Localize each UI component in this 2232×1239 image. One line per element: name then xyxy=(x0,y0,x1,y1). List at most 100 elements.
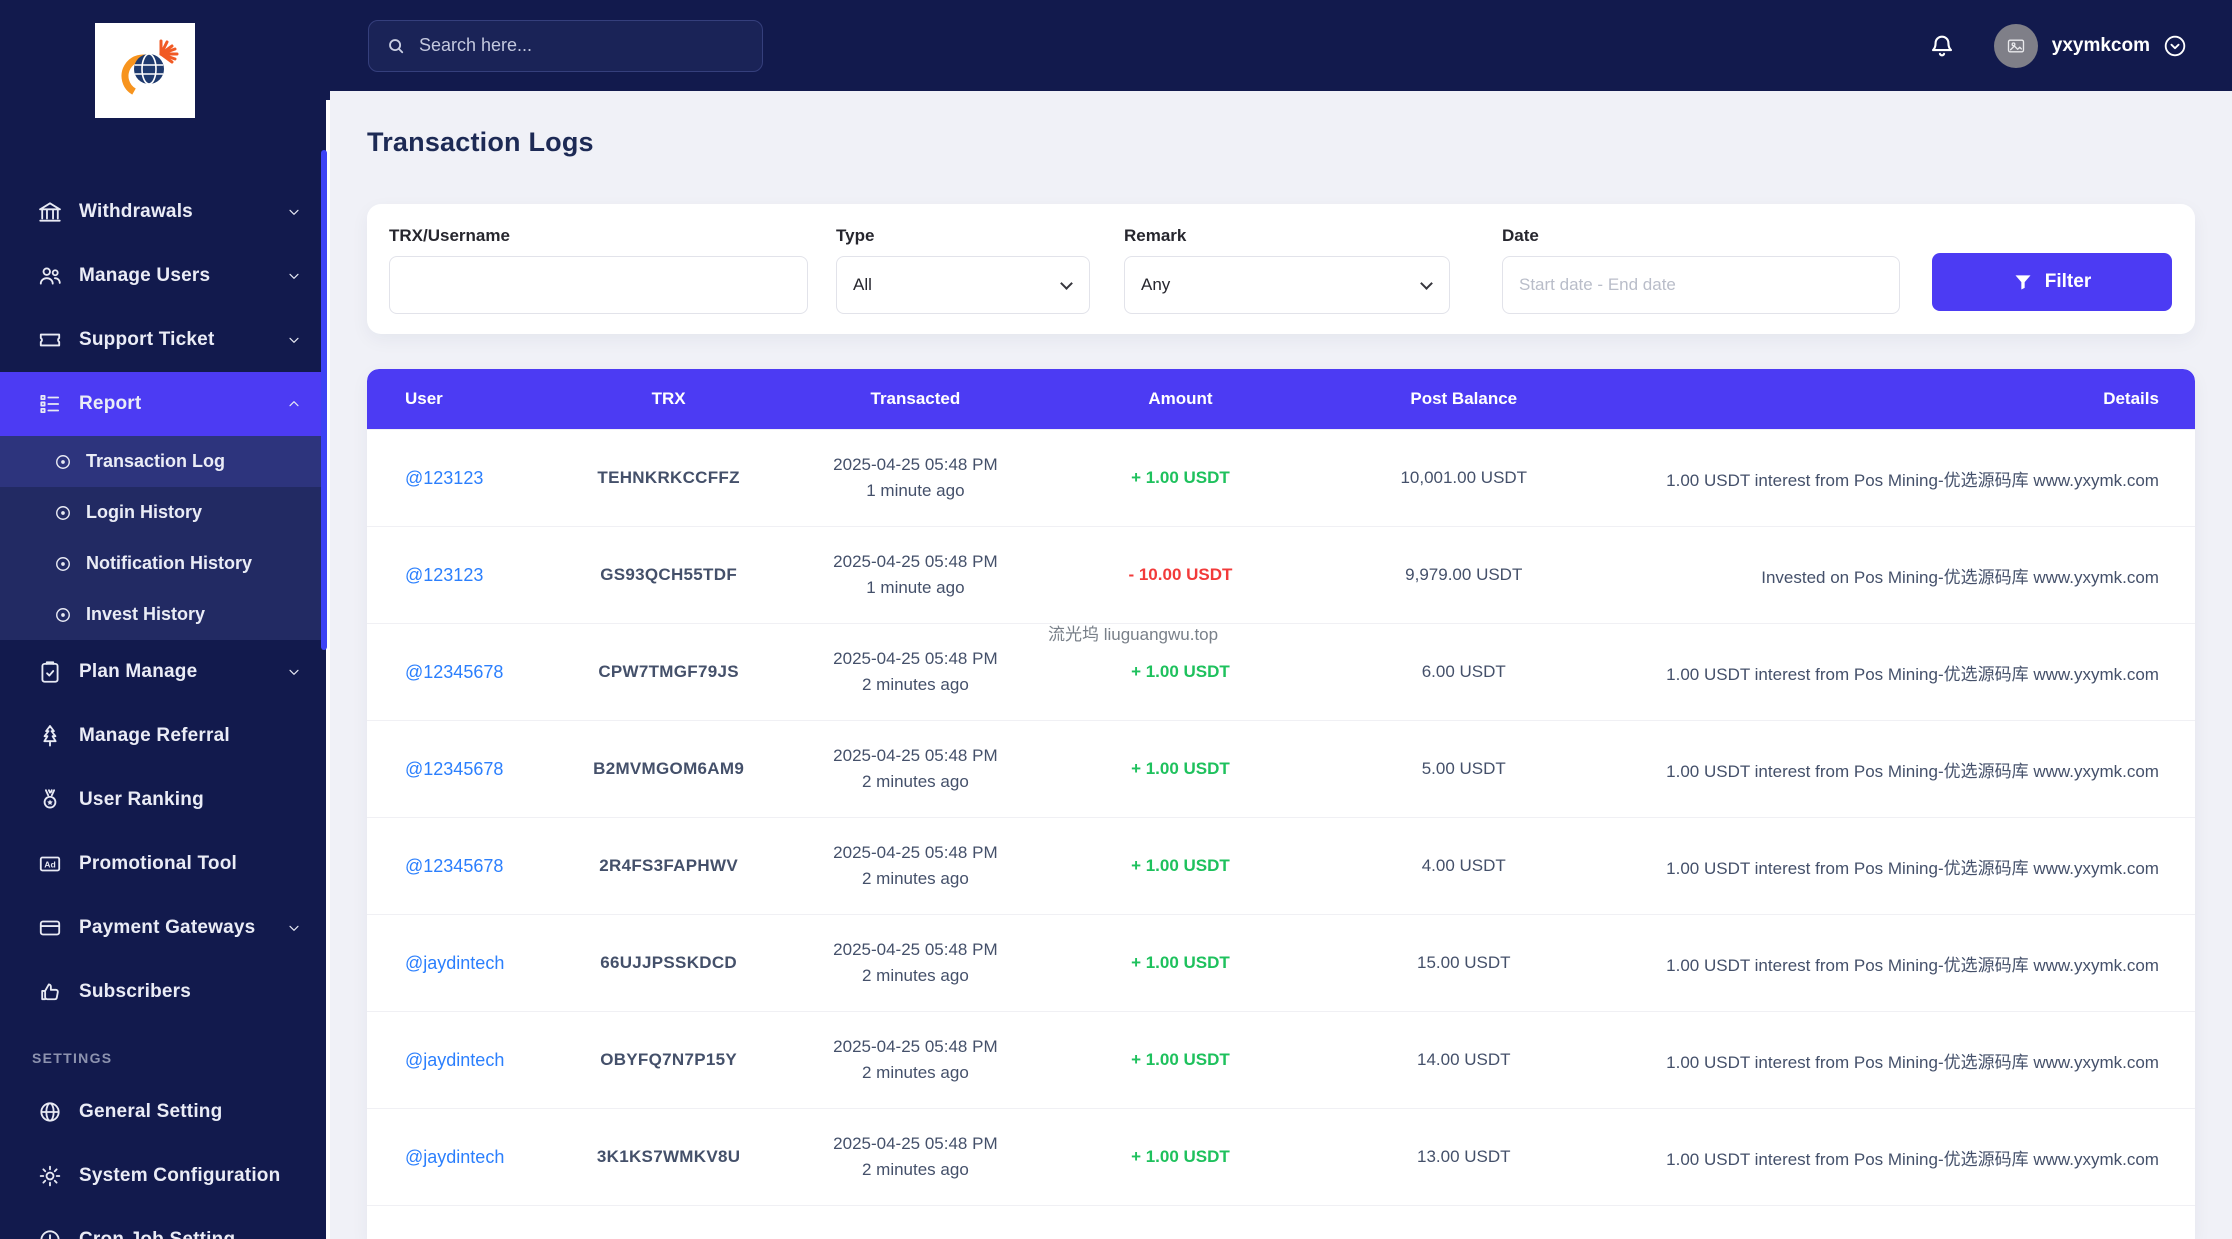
chevron-down-icon xyxy=(286,920,302,936)
date-range-input[interactable] xyxy=(1502,256,1900,314)
sidebar-item-label: Cron Job Setting xyxy=(79,1229,235,1239)
details: 1.00 USDT interest from Pos Mining-优选源码库… xyxy=(1666,1149,2159,1169)
topbar: yxymkcom xyxy=(330,0,2232,91)
svg-text:Ad: Ad xyxy=(44,859,56,869)
submenu-item-label: Notification History xyxy=(86,553,253,573)
thumbs-up-icon xyxy=(37,979,67,1005)
search-input[interactable] xyxy=(419,35,746,56)
filter-button[interactable]: Filter xyxy=(1932,253,2172,311)
globe-icon xyxy=(37,1099,67,1125)
user-link[interactable]: @jaydintech xyxy=(405,1050,504,1070)
sidebar-item-user-ranking[interactable]: User Ranking xyxy=(0,768,330,832)
table-row: @123123 GS93QCH55TDF 2025-04-25 05:48 PM… xyxy=(367,526,2195,623)
sidebar-item-manage-users[interactable]: Manage Users xyxy=(0,244,330,308)
type-select[interactable]: All xyxy=(836,256,1090,314)
transacted-time: 2025-04-25 05:48 PM 1 minute ago xyxy=(833,454,998,500)
column-header-details: Details xyxy=(2103,389,2159,408)
post-balance: 9,979.00 USDT xyxy=(1405,565,1523,584)
username[interactable]: yxymkcom xyxy=(2052,35,2150,57)
sidebar-item-label: General Setting xyxy=(79,1101,223,1122)
sidebar-item-label: Manage Referral xyxy=(79,725,230,746)
user-link[interactable]: @jaydintech xyxy=(405,953,504,973)
transacted-time: 2025-04-25 05:48 PM 1 minute ago xyxy=(833,551,998,597)
sidebar-item-promotional-tool[interactable]: Ad Promotional Tool xyxy=(0,832,330,896)
filter-button-label: Filter xyxy=(2044,271,2092,292)
transacted-time: 2025-04-25 05:48 PM 2 minutes ago xyxy=(833,939,998,985)
submenu-item-login-history[interactable]: Login History xyxy=(0,487,330,538)
user-link[interactable]: @12345678 xyxy=(405,856,503,876)
dot-circle-icon xyxy=(53,605,77,625)
submenu-item-transaction-log[interactable]: Transaction Log xyxy=(0,436,330,487)
sidebar-item-subscribers[interactable]: Subscribers xyxy=(0,960,330,1024)
settings-section-header: SETTINGS xyxy=(32,1050,113,1066)
avatar[interactable] xyxy=(1993,23,2038,68)
search-box[interactable] xyxy=(368,19,763,72)
trx-code: CPW7TMGF79JS xyxy=(598,662,739,681)
sidebar-item-label: Plan Manage xyxy=(79,661,198,682)
amount: + 1.00 USDT xyxy=(1131,1050,1230,1069)
remark-select[interactable]: Any xyxy=(1124,256,1450,314)
amount: + 1.00 USDT xyxy=(1131,662,1230,681)
submenu-item-notification-history[interactable]: Notification History xyxy=(0,538,330,589)
search-icon xyxy=(385,35,407,57)
remark-label: Remark xyxy=(1124,226,1187,245)
sidebar-scrollbar-thumb[interactable] xyxy=(321,150,327,650)
table-row-partial xyxy=(367,1205,2195,1239)
column-header-amount: Amount xyxy=(1148,389,1213,408)
sidebar: Withdrawals Manage Users Support Ticket … xyxy=(0,0,330,1239)
profile-chevron-down-icon[interactable] xyxy=(2162,33,2188,59)
transacted-time: 2025-04-25 05:48 PM 2 minutes ago xyxy=(833,648,998,694)
details: 1.00 USDT interest from Pos Mining-优选源码库… xyxy=(1666,858,2159,878)
sidebar-item-system-configuration[interactable]: System Configuration xyxy=(0,1144,330,1208)
chevron-down-icon xyxy=(1420,277,1433,290)
user-link[interactable]: @123123 xyxy=(405,565,483,585)
post-balance: 13.00 USDT xyxy=(1416,1147,1511,1166)
content: Transaction Logs TRX/Username Type All R… xyxy=(330,91,2232,1239)
sidebar-item-label: Withdrawals xyxy=(79,201,193,222)
column-header-user: User xyxy=(405,389,443,408)
submenu-item-label: Invest History xyxy=(86,604,206,624)
user-link[interactable]: @123123 xyxy=(405,468,483,488)
notification-bell-icon[interactable] xyxy=(1928,32,1956,60)
post-balance: 14.00 USDT xyxy=(1416,1050,1511,1069)
brand-logo[interactable] xyxy=(95,23,195,118)
sidebar-item-payment-gateways[interactable]: Payment Gateways xyxy=(0,896,330,960)
remark-select-value: Any xyxy=(1141,275,1171,294)
sidebar-item-general-setting[interactable]: General Setting xyxy=(0,1080,330,1144)
bank-icon xyxy=(37,199,67,225)
trx-code: GS93QCH55TDF xyxy=(600,565,738,584)
trx-username-input[interactable] xyxy=(389,256,808,314)
table-row: @123123 TEHNKRKCCFFZ 2025-04-25 05:48 PM… xyxy=(367,429,2195,526)
medal-icon xyxy=(37,787,67,813)
gear-icon xyxy=(37,1163,67,1189)
sidebar-item-label: Subscribers xyxy=(79,981,192,1002)
clock-icon xyxy=(37,1227,67,1239)
sidebar-item-withdrawals[interactable]: Withdrawals xyxy=(0,180,330,244)
topbar-right: yxymkcom xyxy=(1928,23,2188,68)
sidebar-item-manage-referral[interactable]: Manage Referral xyxy=(0,704,330,768)
sidebar-item-report[interactable]: Report xyxy=(0,372,330,436)
table-row: @jaydintech 66UJJPSSKDCD 2025-04-25 05:4… xyxy=(367,914,2195,1011)
amount: + 1.00 USDT xyxy=(1131,856,1230,875)
post-balance: 4.00 USDT xyxy=(1421,856,1506,875)
sidebar-item-plan-manage[interactable]: Plan Manage xyxy=(0,640,330,704)
sidebar-item-support-ticket[interactable]: Support Ticket xyxy=(0,308,330,372)
main-area: yxymkcom Transaction Logs TRX/Username T… xyxy=(330,0,2232,1239)
transacted-time: 2025-04-25 05:48 PM 2 minutes ago xyxy=(833,1133,998,1179)
trx-username-label: TRX/Username xyxy=(389,226,510,245)
details: 1.00 USDT interest from Pos Mining-优选源码库… xyxy=(1666,761,2159,781)
user-link[interactable]: @12345678 xyxy=(405,662,503,682)
user-link[interactable]: @jaydintech xyxy=(405,1147,504,1167)
post-balance: 15.00 USDT xyxy=(1416,953,1511,972)
chevron-up-icon xyxy=(286,396,302,412)
filter-card: TRX/Username Type All Remark Any Date St… xyxy=(367,204,2195,334)
user-link[interactable]: @12345678 xyxy=(405,759,503,779)
report-submenu: Transaction Log Login History Notificati… xyxy=(0,436,330,640)
post-balance: 5.00 USDT xyxy=(1421,759,1506,778)
chevron-down-icon xyxy=(1060,277,1073,290)
sidebar-item-cron-job-setting[interactable]: Cron Job Setting xyxy=(0,1208,330,1239)
submenu-item-invest-history[interactable]: Invest History xyxy=(0,589,330,640)
table-row: @jaydintech 3K1KS7WMKV8U 2025-04-25 05:4… xyxy=(367,1108,2195,1205)
sidebar-item-label: Promotional Tool xyxy=(79,853,238,874)
details: Invested on Pos Mining-优选源码库 www.yxymk.c… xyxy=(1761,567,2159,587)
